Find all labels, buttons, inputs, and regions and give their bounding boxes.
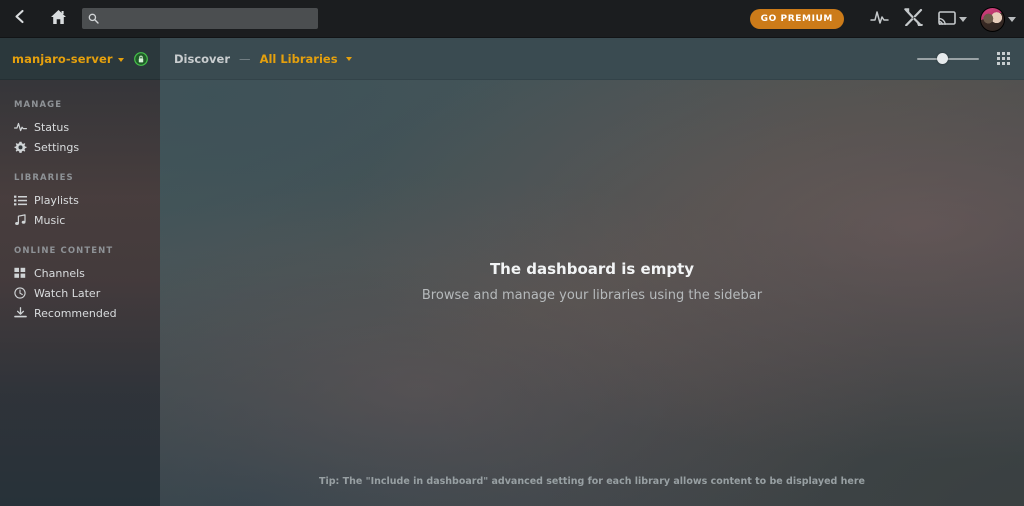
grid-cell [997, 62, 1000, 65]
grid-cell [997, 52, 1000, 55]
clock-icon [14, 287, 34, 299]
sidebar-item-playlists[interactable]: Playlists [0, 190, 160, 210]
home-icon [50, 9, 67, 29]
green-lock-badge-icon[interactable] [134, 51, 148, 66]
grid-cell [1002, 57, 1005, 60]
slider-knob[interactable] [937, 53, 948, 64]
sidebar-item-label: Channels [34, 266, 85, 280]
list-icon [14, 195, 34, 206]
sidebar-item-music[interactable]: Music [0, 210, 160, 230]
empty-state-subtitle: Browse and manage your libraries using t… [421, 288, 763, 303]
breadcrumb-current[interactable]: All Libraries [260, 52, 338, 66]
sidebar-item-label: Settings [34, 140, 80, 154]
gear-icon [14, 141, 34, 154]
sidebar-item-status[interactable]: Status [0, 117, 160, 137]
avatar [980, 6, 1005, 32]
activity-button[interactable] [862, 0, 896, 38]
sidebar-item-watch-later[interactable]: Watch Later [0, 283, 160, 303]
chevron-down-icon [1008, 16, 1016, 22]
go-premium-button[interactable]: GO PREMIUM [749, 9, 844, 29]
sidebar-item-label: Recommended [34, 306, 117, 320]
server-name-label: manjaro-server [12, 51, 113, 66]
chevron-left-icon [13, 9, 26, 28]
cast-screen-icon [937, 10, 956, 29]
cast-button[interactable] [930, 0, 974, 38]
empty-state: The dashboard is empty Browse and manage… [160, 260, 1024, 303]
sidebar-item-label: Playlists [34, 193, 79, 207]
search-bar[interactable] [82, 8, 318, 29]
grid-view-icon[interactable] [997, 52, 1010, 65]
sidebar-item-label: Watch Later [34, 286, 101, 300]
search-icon [88, 13, 99, 24]
view-controls [917, 52, 1010, 66]
grid-cell [1007, 62, 1010, 65]
search-input[interactable] [99, 8, 318, 29]
wrench-screwdriver-icon [903, 8, 923, 30]
sidebar-section-online-content: ONLINE CONTENT [14, 246, 114, 256]
chevron-down-icon [958, 16, 967, 22]
grid-cell [1007, 57, 1010, 60]
download-tray-icon [14, 307, 34, 319]
grid-cell [1002, 62, 1005, 65]
dashboard-tip: Tip: The "Include in dashboard" advanced… [319, 476, 865, 487]
sidebar-item-recommended[interactable]: Recommended [0, 303, 160, 323]
grid-cell [1007, 52, 1010, 55]
sidebar-item-label: Music [34, 213, 66, 227]
dashboard-area: The dashboard is empty Browse and manage… [160, 80, 1024, 506]
main-content: Discover — All Libraries The dashboard i… [160, 38, 1024, 506]
activity-pulse-icon [14, 121, 34, 133]
chevron-down-icon[interactable] [345, 57, 352, 61]
chevron-down-icon [117, 57, 124, 62]
sidebar-item-channels[interactable]: Channels [0, 263, 160, 283]
breadcrumb-separator: — [239, 51, 251, 66]
user-menu-button[interactable] [980, 6, 1016, 32]
grid-cell [997, 57, 1000, 60]
top-bar-actions: GO PREMIUM [749, 0, 1016, 38]
breadcrumb: Discover — All Libraries [174, 52, 352, 66]
sidebar-item-settings[interactable]: Settings [0, 137, 160, 157]
slider-track [917, 57, 979, 60]
sidebar-section-libraries: LIBRARIES [14, 173, 74, 183]
plex-dashboard-window: GO PREMIUM manjaro-server MANAGE Status … [0, 0, 1024, 506]
activity-pulse-icon [869, 9, 889, 29]
back-button[interactable] [0, 0, 38, 38]
content-header: Discover — All Libraries [160, 38, 1024, 80]
home-button[interactable] [38, 0, 78, 38]
music-note-icon [14, 214, 34, 226]
server-selector[interactable]: manjaro-server [0, 38, 160, 80]
sidebar-section-manage: MANAGE [14, 100, 63, 110]
tools-button[interactable] [896, 0, 930, 38]
top-app-bar: GO PREMIUM [0, 0, 1024, 38]
breadcrumb-root[interactable]: Discover [174, 52, 230, 66]
empty-state-title: The dashboard is empty [489, 260, 695, 278]
sidebar-item-label: Status [34, 120, 70, 134]
thumbnail-size-slider[interactable] [917, 52, 979, 66]
grid-cell [1002, 52, 1005, 55]
sidebar: manjaro-server MANAGE Status Settings LI… [0, 38, 160, 506]
grid-squares-icon [14, 267, 34, 279]
